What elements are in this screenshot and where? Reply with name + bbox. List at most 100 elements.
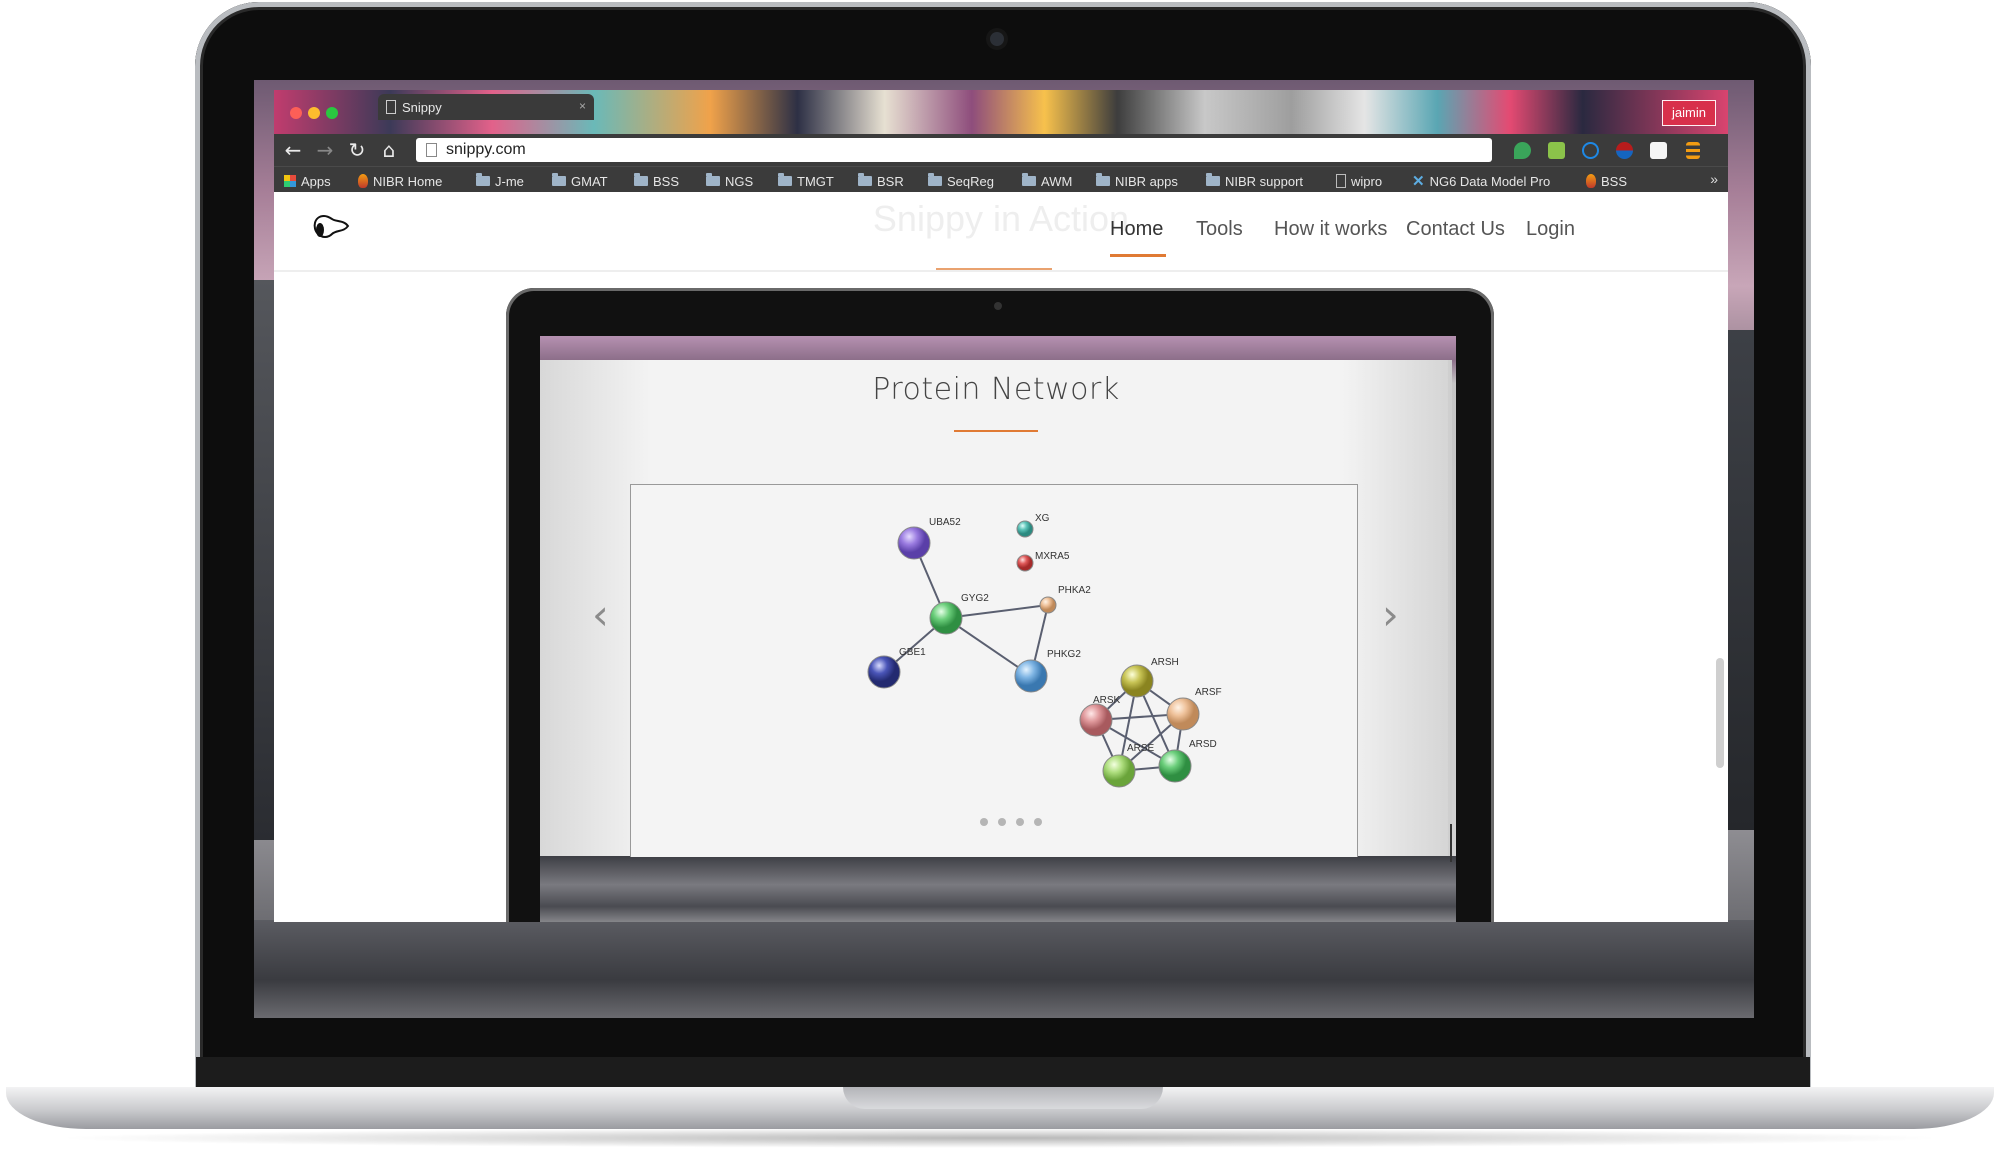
network-panel: UBA52 XG MXRA5 GYG2 PHKA2 GBE1 PHKG2 ARS… <box>630 484 1358 857</box>
menu-icon[interactable] <box>1686 142 1700 159</box>
label-gbe1: GBE1 <box>899 647 926 658</box>
document-icon <box>386 100 396 114</box>
nav-home[interactable]: Home <box>1110 218 1163 241</box>
bookmark-wipro[interactable]: wipro <box>1336 172 1382 190</box>
folder-icon <box>706 173 720 186</box>
forward-icon[interactable]: → <box>314 138 336 162</box>
background-mountain <box>1724 330 1754 830</box>
carousel-dot[interactable] <box>980 818 988 826</box>
panel-edge-dark <box>1450 824 1452 862</box>
node-arsk <box>1079 703 1113 737</box>
nav-contact-us[interactable]: Contact Us <box>1406 218 1505 241</box>
reload-icon[interactable]: ↻ <box>346 138 368 162</box>
bookmark-awm[interactable]: AWM <box>1022 172 1072 190</box>
nav-tools[interactable]: Tools <box>1196 218 1243 241</box>
home-icon[interactable]: ⌂ <box>378 138 400 162</box>
bookmark-j-me[interactable]: J-me <box>476 172 524 190</box>
site-navbar: Snippy in Action Home Tools How it works… <box>274 192 1728 272</box>
carousel-slide: Protein Network ‹ › UBA52 XG MXRA5 GYG2 … <box>540 360 1452 862</box>
bookmark-nibr-apps[interactable]: NIBR apps <box>1096 172 1178 190</box>
label-arse: ARSE <box>1127 743 1155 754</box>
carousel-indicators <box>980 818 1042 826</box>
slide-title-underline <box>954 430 1038 432</box>
label-phkg2: PHKG2 <box>1047 649 1081 660</box>
label-gyg2: GYG2 <box>961 593 989 604</box>
bookmark-gmat[interactable]: GMAT <box>552 172 608 190</box>
node-arsd <box>1158 749 1192 783</box>
panel-edge <box>1448 360 1452 856</box>
bookmark-apps[interactable]: Apps <box>284 172 331 190</box>
node-xg <box>1016 520 1034 538</box>
profile-button[interactable]: jaimin <box>1662 100 1716 126</box>
background-lake <box>540 856 1456 922</box>
flag-extension-icon[interactable] <box>1616 142 1633 159</box>
bookmark-bss-2[interactable]: BSS <box>1586 172 1627 190</box>
folder-icon <box>552 173 566 186</box>
bookmark-nibr-home[interactable]: NIBR Home <box>358 172 442 190</box>
folder-icon <box>1206 173 1220 186</box>
slide-title: Protein Network <box>872 372 1120 407</box>
background-lake <box>254 920 1754 1018</box>
active-nav-underline <box>1110 254 1166 257</box>
nav-how-it-works[interactable]: How it works <box>1274 218 1387 241</box>
camera-icon <box>994 302 1002 310</box>
bookmark-bsr[interactable]: BSR <box>858 172 904 190</box>
carousel-next-icon[interactable]: › <box>1382 590 1399 639</box>
flame-icon <box>1586 174 1596 188</box>
folder-icon <box>634 173 648 186</box>
folder-icon <box>778 173 792 186</box>
document-icon <box>1336 174 1346 188</box>
node-mxra5 <box>1016 554 1034 572</box>
laptop-notch <box>843 1087 1163 1109</box>
carousel-dot[interactable] <box>998 818 1006 826</box>
carousel-prev-icon[interactable]: ‹ <box>592 590 609 639</box>
node-gbe1 <box>867 655 901 689</box>
bookmarks-overflow-icon[interactable]: » <box>1710 171 1718 187</box>
bookmark-seqreg[interactable]: SeqReg <box>928 172 994 190</box>
minimize-window-icon[interactable] <box>308 107 320 119</box>
node-uba52 <box>897 526 931 560</box>
label-arsd: ARSD <box>1189 739 1217 750</box>
label-mxra5: MXRA5 <box>1035 551 1070 562</box>
back-icon[interactable]: ← <box>282 138 304 162</box>
bookmark-ng6-data-model[interactable]: ✕ NG6 Data Model Pro <box>1412 172 1550 190</box>
location-extension-icon[interactable] <box>1514 142 1531 159</box>
extension-icon[interactable] <box>1650 142 1667 159</box>
page-scrollbar[interactable] <box>1716 658 1724 768</box>
address-bar[interactable]: snippy.com <box>416 138 1492 162</box>
node-phka2 <box>1039 596 1057 614</box>
nav-login[interactable]: Login <box>1526 218 1575 241</box>
label-uba52: UBA52 <box>929 517 961 528</box>
carousel-dot[interactable] <box>1034 818 1042 826</box>
page-icon <box>426 143 437 157</box>
browser-toolbar: ← → ↻ ⌂ snippy.com <box>274 134 1728 166</box>
bookmark-nibr-support[interactable]: NIBR support <box>1206 172 1303 190</box>
folder-icon <box>1096 173 1110 186</box>
node-phkg2 <box>1014 659 1048 693</box>
inner-laptop-frame: Protein Network ‹ › UBA52 XG MXRA5 GYG2 … <box>506 288 1494 922</box>
tab-close-icon[interactable]: × <box>579 99 586 113</box>
node-arsf <box>1166 697 1200 731</box>
bookmark-tmgt[interactable]: TMGT <box>778 172 834 190</box>
carousel-dot[interactable] <box>1016 818 1024 826</box>
bookmark-ngs[interactable]: NGS <box>706 172 753 190</box>
close-window-icon[interactable] <box>290 107 302 119</box>
node-arsh <box>1120 664 1154 698</box>
label-arsh: ARSH <box>1151 657 1179 668</box>
notes-extension-icon[interactable] <box>1548 142 1565 159</box>
snippy-page: Snippy in Action Home Tools How it works… <box>274 192 1728 922</box>
label-xg: XG <box>1035 513 1050 524</box>
folder-icon <box>858 173 872 186</box>
translate-extension-icon[interactable] <box>1582 142 1599 159</box>
maximize-window-icon[interactable] <box>326 107 338 119</box>
snippy-logo-icon[interactable] <box>310 210 350 244</box>
camera-icon <box>990 32 1004 46</box>
protein-network-graph: UBA52 XG MXRA5 GYG2 PHKA2 GBE1 PHKG2 ARS… <box>867 513 1222 788</box>
ghost-heading: Snippy in Action <box>872 198 1130 239</box>
bookmark-bss[interactable]: BSS <box>634 172 679 190</box>
node-gyg2 <box>929 601 963 635</box>
laptop-hinge <box>196 1057 1810 1087</box>
tab-title: Snippy <box>402 100 442 115</box>
browser-tab[interactable]: Snippy × <box>378 94 594 120</box>
folder-icon <box>476 173 490 186</box>
